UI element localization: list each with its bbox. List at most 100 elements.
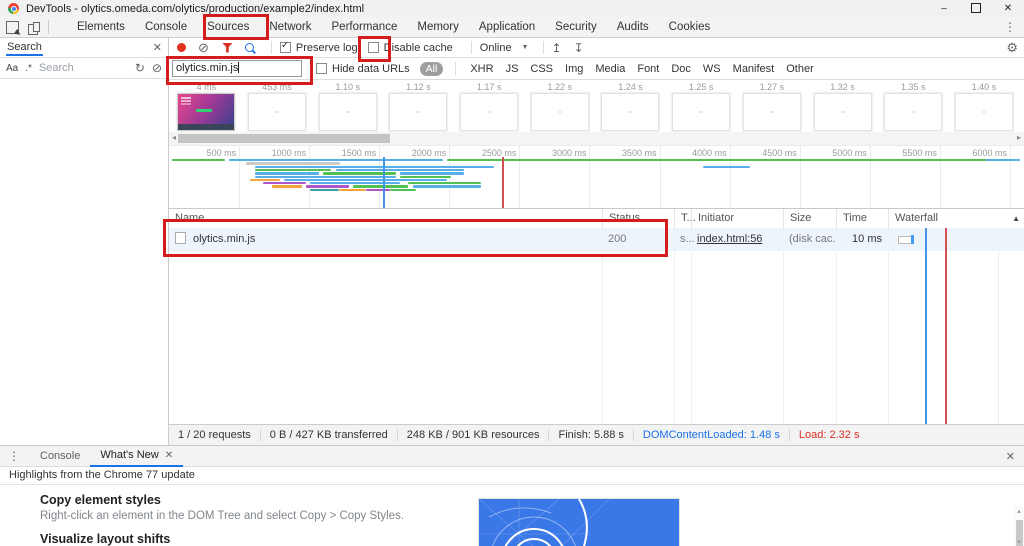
tab-console[interactable]: Console <box>145 21 187 33</box>
overview-request-bar <box>254 172 319 175</box>
import-har-icon[interactable]: ↥ <box>552 41 562 55</box>
more-options-icon[interactable]: ⋮ <box>1004 20 1016 34</box>
frame-thumbnail[interactable] <box>884 93 943 131</box>
drawer-tab-whats-new[interactable]: What's New ✕ <box>90 445 184 467</box>
type-filter-other[interactable]: Other <box>786 63 814 75</box>
scroll-right-icon[interactable]: ▸ <box>1014 132 1024 144</box>
type-filter-js[interactable]: JS <box>506 63 519 75</box>
type-filter-font[interactable]: Font <box>637 63 659 75</box>
close-tab-icon[interactable]: ✕ <box>165 450 173 461</box>
filmstrip-frame[interactable]: 1.24 s <box>595 80 666 131</box>
type-filter-img[interactable]: Img <box>565 63 583 75</box>
card-title[interactable]: Copy element styles <box>40 493 404 507</box>
request-name-cell[interactable]: olytics.min.js <box>169 228 602 251</box>
type-filter-css[interactable]: CSS <box>530 63 553 75</box>
tab-audits[interactable]: Audits <box>617 21 649 33</box>
type-filter-xhr[interactable]: XHR <box>470 63 493 75</box>
scroll-down-icon[interactable]: ▾ <box>1014 538 1024 546</box>
scrollbar-thumb[interactable] <box>178 133 390 143</box>
frame-thumbnail[interactable] <box>672 93 731 131</box>
drawer-close-icon[interactable]: ✕ <box>1006 450 1015 463</box>
frame-thumbnail[interactable] <box>389 93 448 131</box>
export-har-icon[interactable]: ↧ <box>574 41 584 55</box>
filmstrip-frame[interactable]: 453 ms <box>242 80 313 131</box>
search-input[interactable]: Search <box>39 62 128 74</box>
filmstrip-frame[interactable]: 1.10 s <box>312 80 383 131</box>
frame-thumbnail[interactable] <box>742 93 801 131</box>
type-filter-manifest[interactable]: Manifest <box>733 63 775 75</box>
drawer-scrollbar[interactable]: ▴ ▾ <box>1014 506 1024 546</box>
type-filter-media[interactable]: Media <box>595 63 625 75</box>
filmstrip-frame[interactable]: 1.32 s <box>807 80 878 131</box>
throttling-select[interactable]: Online <box>480 42 512 54</box>
preserve-log-checkbox[interactable] <box>279 40 291 53</box>
type-filter-all[interactable]: All <box>419 61 444 76</box>
column-header-status[interactable]: Status <box>602 209 681 228</box>
stop-clear-icon[interactable]: ⊘ <box>198 41 209 54</box>
filmstrip-scrollbar[interactable]: ◂ ▸ <box>169 132 1024 146</box>
tab-sources[interactable]: Sources <box>207 21 249 33</box>
tab-cookies[interactable]: Cookies <box>669 21 711 33</box>
frame-thumbnail[interactable] <box>248 93 307 131</box>
request-initiator-cell[interactable]: index.html:56 <box>691 228 783 251</box>
filmstrip-frame[interactable]: 1.25 s <box>666 80 737 131</box>
search-panel-close-icon[interactable]: ✕ <box>153 41 162 54</box>
column-header-name[interactable]: Name <box>169 209 608 228</box>
minimize-button[interactable]: – <box>928 0 960 17</box>
tab-application[interactable]: Application <box>479 21 535 33</box>
request-row[interactable]: olytics.min.js 200 s... index.html:56 (d… <box>169 228 1024 251</box>
tab-elements[interactable]: Elements <box>77 21 125 33</box>
filmstrip-frame[interactable]: 1.35 s <box>878 80 949 131</box>
column-header-waterfall[interactable]: Waterfall <box>888 209 1024 228</box>
filmstrip-frame[interactable]: 1.22 s <box>524 80 595 131</box>
maximize-button[interactable] <box>960 0 992 17</box>
type-filter-doc[interactable]: Doc <box>671 63 691 75</box>
tab-performance[interactable]: Performance <box>332 21 398 33</box>
type-filter-ws[interactable]: WS <box>703 63 721 75</box>
initiator-link[interactable]: index.html:56 <box>697 233 762 245</box>
drawer-menu-icon[interactable]: ⋮ <box>8 449 20 463</box>
refresh-icon[interactable]: ↻ <box>135 61 145 75</box>
filter-icon[interactable] <box>221 42 233 53</box>
frame-thumbnail[interactable] <box>954 93 1013 131</box>
settings-gear-icon[interactable]: ⚙ <box>1006 40 1018 56</box>
frame-thumbnail[interactable] <box>177 93 236 131</box>
search-icon[interactable] <box>244 43 254 52</box>
frame-thumbnail[interactable] <box>460 93 519 131</box>
column-header-initiator[interactable]: Initiator <box>691 209 790 228</box>
record-button[interactable] <box>177 43 186 52</box>
frame-thumbnail[interactable] <box>601 93 660 131</box>
match-case-toggle[interactable]: Aa <box>6 63 18 74</box>
frame-thumbnail[interactable] <box>318 93 377 131</box>
filmstrip-frame[interactable]: 1.27 s <box>737 80 808 131</box>
filmstrip-frame[interactable]: 4 ms <box>171 80 242 131</box>
sort-arrow-icon[interactable]: ▲ <box>1012 209 1020 228</box>
network-overview[interactable]: 500 ms 1000 ms 1500 ms 2000 ms 2500 ms 3000 m… <box>169 146 1024 209</box>
hide-data-urls-checkbox[interactable] <box>316 63 327 74</box>
tab-security[interactable]: Security <box>555 21 597 33</box>
filmstrip-frame[interactable]: 1.17 s <box>454 80 525 131</box>
card-title[interactable]: Visualize layout shifts <box>40 532 170 546</box>
drawer-tab-console[interactable]: Console <box>30 446 90 466</box>
overview-request-bar <box>254 168 332 172</box>
filmstrip-frame[interactable]: 1.40 s <box>949 80 1020 131</box>
chevron-down-icon[interactable]: ▼ <box>522 44 529 51</box>
waterfall-gridline <box>998 228 999 425</box>
disable-cache-checkbox[interactable] <box>367 42 379 53</box>
inspect-element-icon[interactable] <box>6 20 19 34</box>
close-button[interactable]: ✕ <box>992 0 1024 17</box>
tab-network[interactable]: Network <box>269 21 311 33</box>
overview-request-bar <box>339 188 366 192</box>
device-toolbar-icon[interactable] <box>28 21 40 35</box>
column-header-time[interactable]: Time <box>836 209 895 228</box>
frame-thumbnail[interactable] <box>530 93 589 131</box>
scroll-up-icon[interactable]: ▴ <box>1014 507 1024 515</box>
regex-toggle[interactable]: .* <box>25 63 32 74</box>
network-filter-input[interactable]: olytics.min.js <box>172 60 302 77</box>
frame-thumbnail[interactable] <box>813 93 872 131</box>
filmstrip-frame[interactable]: 1.12 s <box>383 80 454 131</box>
column-header-size[interactable]: Size <box>783 209 843 228</box>
clear-search-icon[interactable]: ⊘ <box>152 61 162 75</box>
tab-memory[interactable]: Memory <box>417 21 459 33</box>
filmstrip-frame[interactable] <box>1019 80 1024 131</box>
